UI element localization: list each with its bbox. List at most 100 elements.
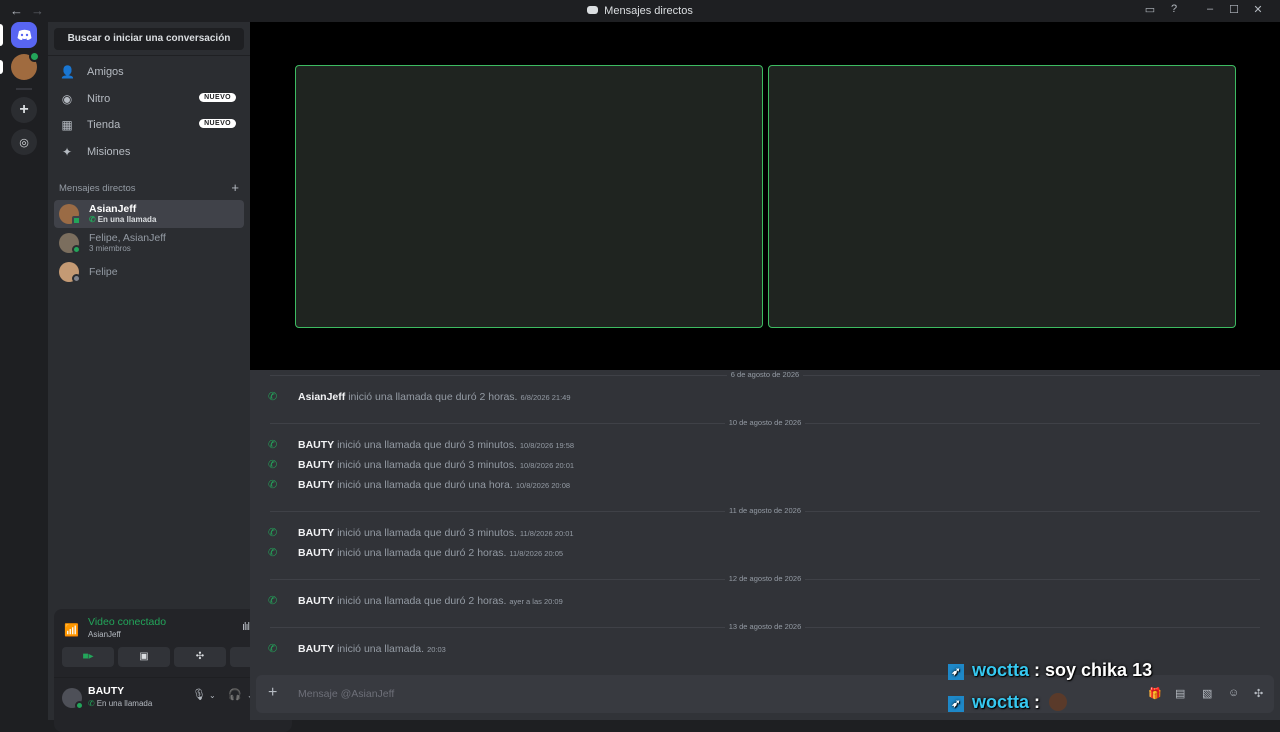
connection-signal-icon[interactable]: 📶 — [64, 623, 79, 637]
dm-subtitle: ✆ En una llamada — [89, 215, 157, 224]
user-status-indicator — [75, 701, 84, 710]
camera-icon: ■▸ — [82, 651, 94, 662]
rail-separator — [16, 88, 32, 90]
activities-button[interactable]: ✣ — [174, 647, 226, 667]
message-author[interactable]: BAUTY — [298, 595, 334, 607]
new-badge: NUEVO — [199, 119, 236, 128]
message-author[interactable]: BAUTY — [298, 459, 334, 471]
chat-text: soy chika 13 — [1045, 660, 1153, 680]
chat-username: woctta — [972, 692, 1030, 712]
screen-share-icon: ▣ — [139, 651, 149, 662]
home-button[interactable] — [11, 22, 37, 48]
call-message: ✆ BAUTY inició una llamada que duró 3 mi… — [268, 439, 575, 451]
discord-logo-icon — [587, 6, 599, 14]
user-name[interactable]: BAUTY — [88, 685, 124, 697]
call-message: ✆ BAUTY inició una llamada. 20:03 — [268, 643, 446, 655]
new-badge: NUEVO — [199, 93, 236, 102]
inbox-icon[interactable]: ▭ — [1138, 3, 1162, 16]
explore-button[interactable]: ◎ — [11, 129, 37, 155]
message-author[interactable]: BAUTY — [298, 439, 334, 451]
chat-overlay-line: ➶ woctta : soy chika 13 — [948, 660, 1152, 681]
status-indicator — [72, 274, 81, 283]
create-dm-icon[interactable]: + — [231, 180, 239, 195]
headphones-icon[interactable]: 🎧 — [228, 688, 242, 701]
gif-icon[interactable]: ▤ — [1175, 687, 1185, 700]
quests-icon: ✦ — [61, 145, 73, 159]
unread-pill — [0, 60, 3, 74]
phone-icon: ✆ — [268, 439, 278, 451]
message-list: 6 de agosto de 2026 ✆ AsianJeff inició u… — [250, 370, 1280, 670]
voice-status[interactable]: Video conectado — [88, 616, 166, 628]
video-tile-1[interactable] — [295, 65, 763, 328]
phone-icon: ✆ — [268, 595, 278, 607]
video-tile-2[interactable] — [768, 65, 1236, 328]
message-timestamp: 10/8/2026 19:58 — [519, 441, 575, 450]
noise-suppression-icon[interactable]: ılıl — [242, 621, 250, 633]
discord-icon — [17, 29, 31, 40]
date-divider: 12 de agosto de 2026 — [270, 574, 1260, 583]
activities-icon: ✣ — [195, 651, 205, 662]
dm-sidebar: Buscar o iniciar una conversación 👤 Amig… — [48, 22, 292, 732]
message-author[interactable]: BAUTY — [298, 547, 334, 559]
status-indicator — [72, 216, 81, 225]
microphone-icon[interactable]: 🎙 — [192, 688, 206, 701]
call-message: ✆ BAUTY inició una llamada que duró 2 ho… — [268, 547, 564, 559]
nitro-icon: ◉ — [61, 92, 73, 106]
dm-name: Felipe, AsianJeff — [89, 232, 166, 244]
chevron-down-icon[interactable]: ⌄ — [209, 691, 216, 700]
sticker-icon[interactable]: ▧ — [1202, 687, 1212, 700]
status-indicator — [72, 245, 81, 254]
emoji-icon[interactable]: ☺ — [1228, 687, 1239, 699]
message-author[interactable]: BAUTY — [298, 643, 334, 655]
server-avatar[interactable] — [11, 51, 40, 80]
nav-shop[interactable]: ▦ Tienda NUEVO — [54, 113, 244, 137]
phone-icon: ✆ — [268, 547, 278, 559]
help-icon[interactable]: ? — [1162, 3, 1186, 16]
phone-icon: ✆ — [88, 699, 95, 708]
message-author[interactable]: BAUTY — [298, 479, 334, 491]
message-author[interactable]: AsianJeff — [298, 391, 345, 403]
close-icon[interactable]: ✕ — [1246, 3, 1270, 16]
main-content: 6 de agosto de 2026 ✆ AsianJeff inició u… — [250, 22, 1280, 720]
gift-icon[interactable]: 🎁 — [1148, 687, 1162, 700]
message-timestamp: 10/8/2026 20:01 — [519, 461, 575, 470]
nav-friends[interactable]: 👤 Amigos — [54, 60, 244, 84]
twitch-icon: ➶ — [948, 664, 964, 680]
title-bar: ← → Mensajes directos ▭ ? – ☐ ✕ — [0, 0, 1280, 22]
attach-plus-icon[interactable]: + — [268, 684, 277, 702]
nav-label: Misiones — [87, 146, 131, 158]
add-server-button[interactable]: + — [11, 97, 37, 123]
maximize-icon[interactable]: ☐ — [1222, 3, 1246, 16]
dm-item-felipe[interactable]: Felipe — [54, 258, 244, 286]
message-timestamp: ayer a las 20:09 — [509, 597, 563, 606]
window-title: Mensajes directos — [0, 5, 1280, 17]
phone-icon: ✆ — [268, 479, 278, 491]
user-status-text: ✆ En una llamada — [88, 699, 153, 708]
dm-name: AsianJeff — [89, 203, 137, 215]
nav-label: Tienda — [87, 119, 121, 131]
sidebar-separator — [48, 55, 250, 56]
call-message: ✆ BAUTY inició una llamada que duró 3 mi… — [268, 527, 574, 539]
minimize-icon[interactable]: – — [1198, 3, 1222, 16]
message-timestamp: 10/8/2026 20:08 — [515, 481, 571, 490]
nav-nitro[interactable]: ◉ Nitro NUEVO — [54, 87, 244, 111]
message-timestamp: 11/8/2026 20:05 — [509, 549, 564, 558]
apps-icon[interactable]: ✣ — [1254, 687, 1263, 700]
dm-item-group[interactable]: Felipe, AsianJeff 3 miembros — [54, 229, 244, 257]
dm-header: Mensajes directos + — [59, 180, 239, 195]
date-divider: 13 de agosto de 2026 — [270, 622, 1260, 631]
shop-icon: ▦ — [61, 118, 73, 132]
screen-share-button[interactable]: ▣ — [118, 647, 170, 667]
search-conversation-button[interactable]: Buscar o iniciar una conversación — [54, 28, 244, 50]
message-input[interactable]: Mensaje @AsianJeff — [298, 688, 394, 700]
plus-icon: + — [19, 101, 29, 118]
live-badge — [29, 51, 40, 62]
nav-quests[interactable]: ✦ Misiones — [54, 140, 244, 164]
call-message: ✆ AsianJeff inició una llamada que duró … — [268, 391, 571, 403]
camera-button[interactable]: ■▸ — [62, 647, 114, 667]
phone-icon: ✆ — [268, 391, 278, 403]
dm-item-asianjeff[interactable]: AsianJeff ✆ En una llamada — [54, 200, 244, 228]
message-timestamp: 11/8/2026 20:01 — [519, 529, 574, 538]
chat-username: woctta — [972, 660, 1030, 680]
message-author[interactable]: BAUTY — [298, 527, 334, 539]
